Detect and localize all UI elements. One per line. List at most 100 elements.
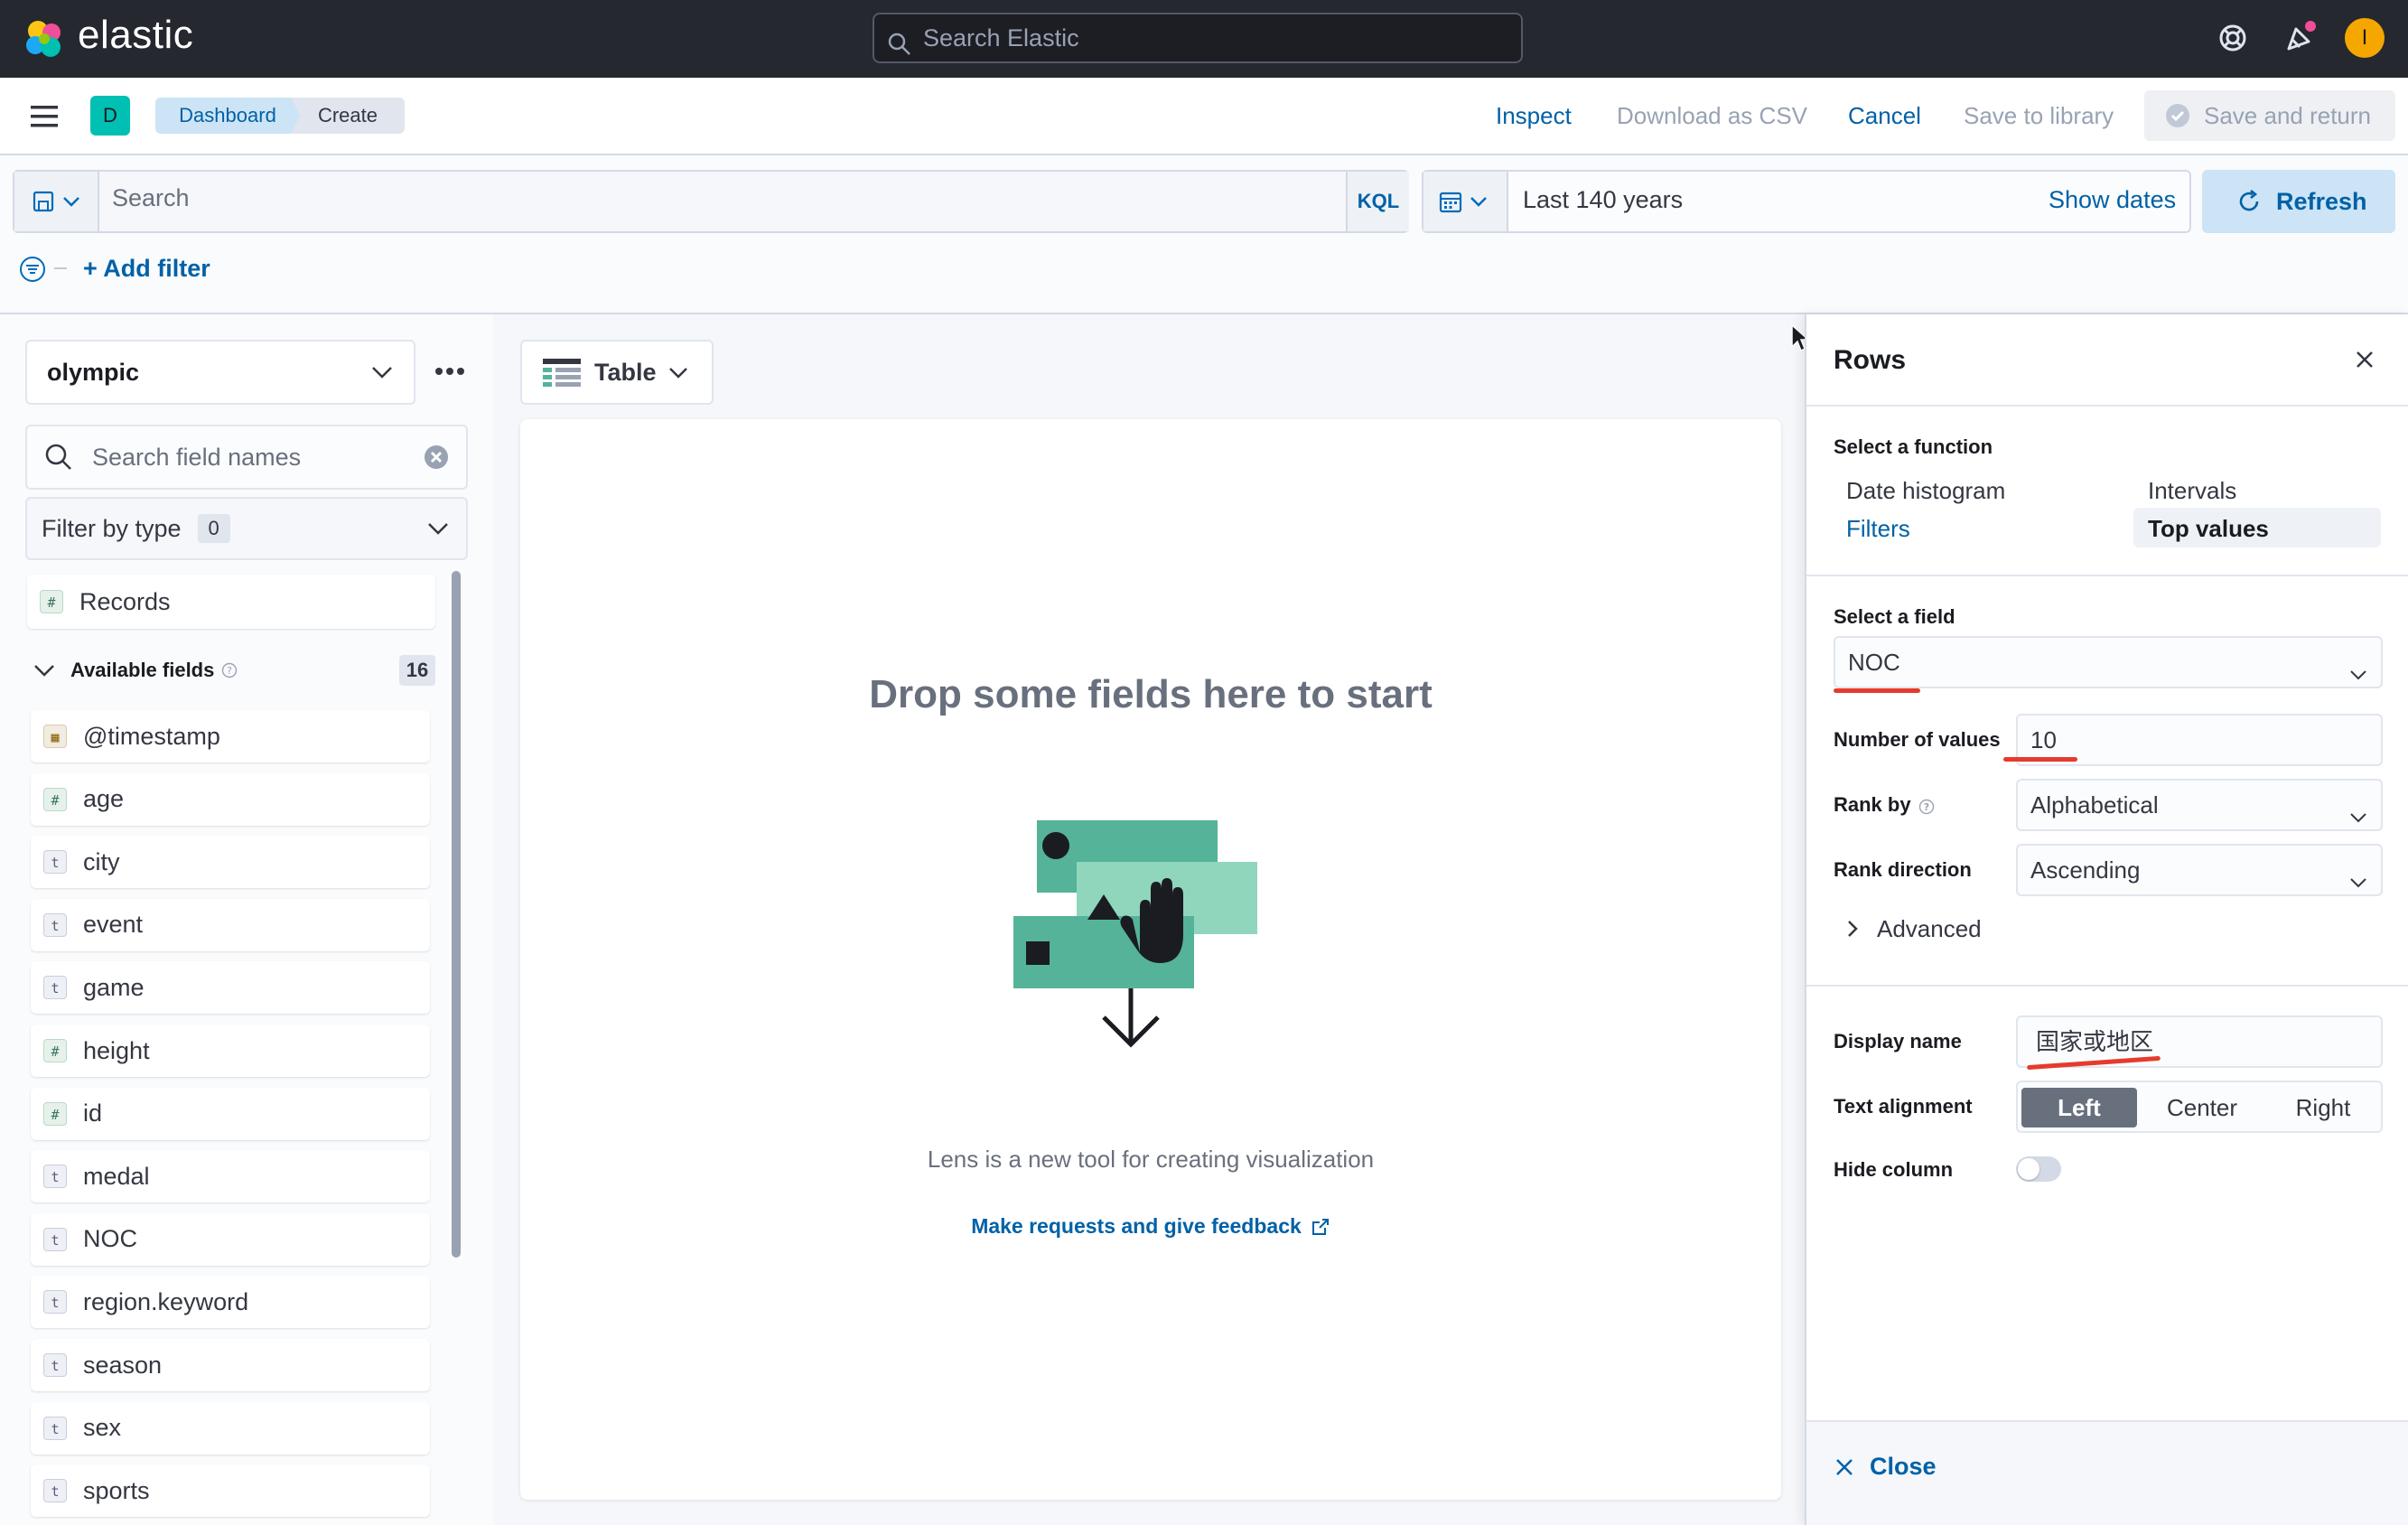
drop-zone[interactable]: Drop some fields here to start Lens is a… xyxy=(520,419,1781,1500)
annotation-underline xyxy=(2003,757,2077,762)
check-circle-icon xyxy=(2164,102,2191,129)
rank-by-select[interactable]: Alphabetical xyxy=(2016,779,2383,831)
advanced-label: Advanced xyxy=(1877,914,1982,942)
filter-row: + Add filter xyxy=(0,240,2408,313)
dimension-editor-flyout: Rows Select a function Date histogram In… xyxy=(1805,314,2408,1525)
filter-count-badge: 0 xyxy=(197,514,230,543)
field-item[interactable]: t game xyxy=(31,961,430,1015)
query-search-input[interactable]: Search xyxy=(112,184,190,212)
function-filters[interactable]: Filters xyxy=(1846,515,1910,543)
breadcrumb-dashboard[interactable]: Dashboard xyxy=(155,98,300,134)
info-icon: ? xyxy=(221,662,238,678)
filter-options-icon[interactable] xyxy=(18,255,47,284)
user-avatar[interactable]: I xyxy=(2345,18,2385,58)
add-filter-button[interactable]: + Add filter xyxy=(83,255,210,283)
field-item[interactable]: # age xyxy=(31,772,430,826)
field-name: medal xyxy=(83,1162,150,1190)
field-name: age xyxy=(83,785,125,813)
save-to-library-link[interactable]: Save to library xyxy=(1964,98,2114,134)
field-item[interactable]: # height xyxy=(31,1024,430,1077)
filter-by-type-button[interactable]: Filter by type 0 xyxy=(25,497,468,560)
number-type-icon: # xyxy=(43,1039,67,1062)
function-date-histogram[interactable]: Date histogram xyxy=(1846,477,2005,505)
field-records[interactable]: # Records xyxy=(27,575,435,629)
field-name: game xyxy=(83,973,145,1001)
close-button[interactable]: Close xyxy=(1834,1453,1937,1481)
available-fields-header[interactable]: Available fields ? 16 xyxy=(33,654,435,687)
display-name-input[interactable]: 国家或地区 xyxy=(2016,1015,2383,1068)
advanced-toggle[interactable]: Advanced xyxy=(1843,911,1982,947)
vis-type-switcher[interactable]: Table xyxy=(520,340,714,405)
date-range-text[interactable]: Last 140 years xyxy=(1523,186,1683,214)
scrollbar[interactable] xyxy=(452,571,461,1258)
global-search-input[interactable]: Search Elastic xyxy=(873,13,1523,63)
space-avatar[interactable]: D xyxy=(90,96,130,136)
refresh-button[interactable]: Refresh xyxy=(2202,170,2395,233)
show-dates-link[interactable]: Show dates xyxy=(2049,186,2176,214)
function-top-values-label: Top values xyxy=(2148,515,2269,542)
more-options-icon[interactable] xyxy=(432,358,468,385)
feedback-link-label: Make requests and give feedback xyxy=(971,1214,1302,1238)
field-item[interactable]: t region.keyword xyxy=(31,1276,430,1329)
align-center-button[interactable]: Center xyxy=(2144,1088,2260,1127)
string-type-icon: t xyxy=(43,1416,67,1440)
function-intervals[interactable]: Intervals xyxy=(2148,477,2236,505)
field-item[interactable]: ▦ @timestamp xyxy=(31,710,430,762)
chevron-down-icon xyxy=(370,360,394,384)
hide-column-toggle[interactable] xyxy=(2016,1156,2061,1182)
rank-direction-select[interactable]: Ascending xyxy=(2016,844,2383,896)
brand-name: elastic xyxy=(78,13,194,57)
help-icon[interactable] xyxy=(2217,22,2249,54)
field-item[interactable]: t season xyxy=(31,1339,430,1391)
search-icon xyxy=(43,442,74,472)
hide-column-label: Hide column xyxy=(1834,1158,1954,1181)
chevron-down-icon xyxy=(426,517,450,540)
field-item[interactable]: # id xyxy=(31,1087,430,1140)
field-name: Records xyxy=(79,587,171,615)
feedback-link[interactable]: Make requests and give feedback xyxy=(520,1214,1781,1239)
refresh-icon xyxy=(2236,189,2262,214)
field-search-placeholder: Search field names xyxy=(92,443,302,471)
clear-icon[interactable] xyxy=(423,444,450,471)
text-alignment-group: Left Center Right xyxy=(2016,1081,2383,1133)
function-top-values[interactable]: Top values xyxy=(2133,508,2381,547)
calendar-icon xyxy=(1438,189,1463,214)
menu-icon[interactable] xyxy=(29,103,61,130)
saved-query-button[interactable] xyxy=(14,172,99,231)
string-type-icon: t xyxy=(43,976,67,1000)
global-header: elastic Search Elastic I xyxy=(0,0,2408,78)
close-icon[interactable] xyxy=(2352,347,2377,372)
field-name: sex xyxy=(83,1414,122,1442)
filter-by-type-label: Filter by type xyxy=(42,514,182,542)
save-icon xyxy=(31,189,56,214)
chevron-down-icon xyxy=(667,361,689,383)
field-item[interactable]: t sex xyxy=(31,1401,430,1455)
download-csv-link[interactable]: Download as CSV xyxy=(1617,98,1807,134)
news-feed-icon[interactable] xyxy=(2282,20,2318,56)
inspect-link[interactable]: Inspect xyxy=(1496,98,1572,134)
refresh-label: Refresh xyxy=(2276,187,2367,215)
kql-toggle[interactable]: KQL xyxy=(1346,172,1409,231)
chevron-down-icon xyxy=(1469,192,1489,211)
number-type-icon: # xyxy=(43,1101,67,1126)
field-name: sports xyxy=(83,1476,150,1504)
field-item[interactable]: t medal xyxy=(31,1150,430,1203)
field-item[interactable]: t city xyxy=(31,836,430,889)
cancel-link[interactable]: Cancel xyxy=(1848,98,1921,134)
index-pattern-selector[interactable]: olympic xyxy=(25,340,415,405)
field-item[interactable]: t NOC xyxy=(31,1212,430,1266)
field-search-input[interactable]: Search field names xyxy=(25,425,468,490)
align-left-button[interactable]: Left xyxy=(2021,1088,2137,1127)
svg-text:?: ? xyxy=(227,665,232,677)
quick-menu-button[interactable] xyxy=(1423,172,1508,231)
elastic-logo-icon[interactable] xyxy=(23,18,65,60)
date-type-icon: ▦ xyxy=(43,725,67,748)
field-name: city xyxy=(83,847,120,875)
select-function-label: Select a function xyxy=(1834,435,1993,458)
field-item[interactable]: t sports xyxy=(31,1464,430,1518)
field-select[interactable]: NOC xyxy=(1834,636,2383,688)
save-and-return-button[interactable]: Save and return xyxy=(2144,90,2395,141)
number-of-values-label: Number of values xyxy=(1834,728,2001,751)
align-right-button[interactable]: Right xyxy=(2265,1088,2381,1127)
field-item[interactable]: t event xyxy=(31,898,430,951)
